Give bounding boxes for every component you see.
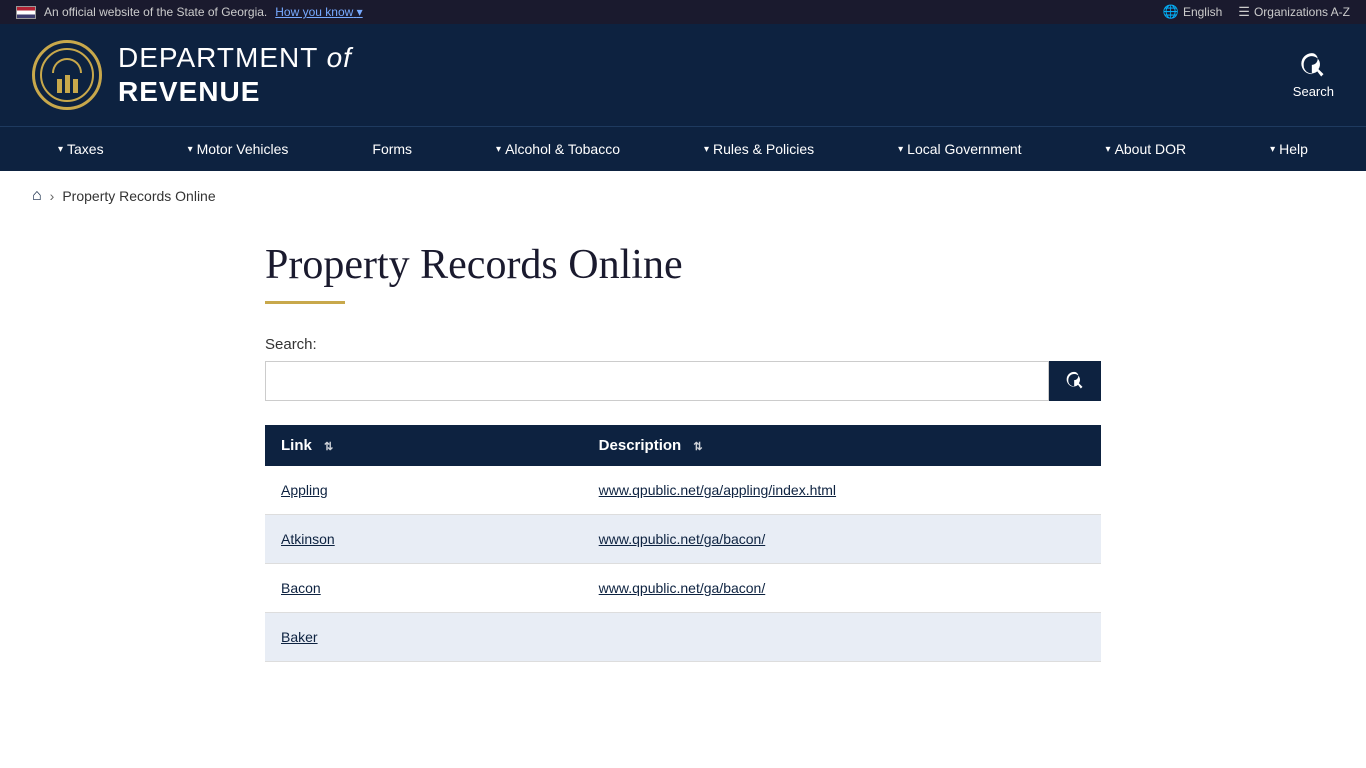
official-text: An official website of the State of Geor… bbox=[44, 5, 267, 19]
search-label: Search bbox=[1293, 84, 1334, 99]
header-search-button[interactable]: Search bbox=[1293, 52, 1334, 99]
logo-col bbox=[65, 75, 70, 93]
list-icon bbox=[1238, 4, 1250, 20]
search-icon bbox=[1299, 52, 1327, 80]
table-header: Link ⇅ Description ⇅ bbox=[265, 425, 1101, 466]
search-input[interactable] bbox=[265, 361, 1049, 401]
department-name: DEPARTMENT of REVENUE bbox=[118, 41, 352, 108]
table-cell-description bbox=[583, 613, 1101, 662]
logo-col bbox=[73, 79, 78, 93]
logo-columns bbox=[57, 75, 78, 93]
nav-item-help[interactable]: ▾ Help bbox=[1262, 127, 1316, 171]
site-header: DEPARTMENT of REVENUE Search bbox=[0, 24, 1366, 126]
table-row: Baker bbox=[265, 613, 1101, 662]
search-submit-icon bbox=[1065, 371, 1085, 391]
record-link[interactable]: Appling bbox=[281, 482, 328, 498]
table-cell-link: Baker bbox=[265, 613, 583, 662]
nav-link-alcohol-tobacco[interactable]: ▾ Alcohol & Tobacco bbox=[488, 127, 628, 171]
table-cell-description: www.qpublic.net/ga/bacon/ bbox=[583, 515, 1101, 564]
chevron-icon: ▾ bbox=[188, 144, 193, 155]
header-logo: DEPARTMENT of REVENUE bbox=[32, 40, 352, 110]
home-icon: ⌂ bbox=[32, 187, 42, 204]
chevron-icon: ▾ bbox=[1106, 144, 1111, 155]
top-bar-left: An official website of the State of Geor… bbox=[16, 5, 363, 19]
table-cell-link: Atkinson bbox=[265, 515, 583, 564]
record-description-link[interactable]: www.qpublic.net/ga/bacon/ bbox=[599, 580, 766, 596]
nav-link-about-dor[interactable]: ▾ About DOR bbox=[1098, 127, 1195, 171]
col-link[interactable]: Link ⇅ bbox=[265, 425, 583, 466]
breadcrumb-current: Property Records Online bbox=[62, 188, 215, 204]
nav-link-local-government[interactable]: ▾ Local Government bbox=[890, 127, 1029, 171]
title-underline bbox=[265, 301, 345, 304]
organizations-az-link[interactable]: Organizations A-Z bbox=[1238, 4, 1350, 20]
chevron-icon: ▾ bbox=[1270, 144, 1275, 155]
chevron-icon: ▾ bbox=[496, 144, 501, 155]
table-cell-link: Appling bbox=[265, 466, 583, 515]
search-label: Search: bbox=[265, 336, 1101, 353]
top-bar-right: English Organizations A-Z bbox=[1163, 4, 1350, 20]
chevron-icon: ▾ bbox=[704, 144, 709, 155]
how-you-know-link[interactable]: How you know ▾ bbox=[275, 5, 362, 19]
logo-arch bbox=[52, 58, 82, 73]
table-cell-link: Bacon bbox=[265, 564, 583, 613]
nav-link-rules-policies[interactable]: ▾ Rules & Policies bbox=[696, 127, 822, 171]
nav-item-motor-vehicles[interactable]: ▾ Motor Vehicles bbox=[180, 127, 297, 171]
top-bar: An official website of the State of Geor… bbox=[0, 0, 1366, 24]
logo-col bbox=[57, 79, 62, 93]
records-table: Link ⇅ Description ⇅ Appling www.qpublic.… bbox=[265, 425, 1101, 662]
language-selector[interactable]: English bbox=[1163, 4, 1223, 20]
main-nav: ▾ Taxes ▾ Motor Vehicles Forms ▾ Alcohol… bbox=[0, 126, 1366, 171]
record-link[interactable]: Atkinson bbox=[281, 531, 335, 547]
main-content: Property Records Online Search: Link ⇅ D… bbox=[233, 221, 1133, 702]
nav-item-forms[interactable]: Forms bbox=[364, 127, 420, 171]
table-cell-description: www.qpublic.net/ga/bacon/ bbox=[583, 564, 1101, 613]
sort-icon-description: ⇅ bbox=[693, 441, 702, 453]
breadcrumb: ⌂ › Property Records Online bbox=[0, 171, 1366, 221]
dept-line2: REVENUE bbox=[118, 75, 352, 109]
globe-icon bbox=[1163, 4, 1179, 20]
nav-link-motor-vehicles[interactable]: ▾ Motor Vehicles bbox=[180, 127, 297, 171]
nav-item-rules-policies[interactable]: ▾ Rules & Policies bbox=[696, 127, 822, 171]
record-link[interactable]: Bacon bbox=[281, 580, 321, 596]
chevron-icon: ▾ bbox=[898, 144, 903, 155]
breadcrumb-separator: › bbox=[50, 188, 55, 204]
page-title: Property Records Online bbox=[265, 241, 1101, 289]
table-row: Atkinson www.qpublic.net/ga/bacon/ bbox=[265, 515, 1101, 564]
nav-item-local-government[interactable]: ▾ Local Government bbox=[890, 127, 1029, 171]
sort-icon-link: ⇅ bbox=[324, 441, 333, 453]
logo-emblem bbox=[32, 40, 102, 110]
nav-link-help[interactable]: ▾ Help bbox=[1262, 127, 1316, 171]
logo-inner bbox=[40, 48, 94, 102]
search-submit-button[interactable] bbox=[1049, 361, 1101, 401]
record-description-link[interactable]: www.qpublic.net/ga/appling/index.html bbox=[599, 482, 836, 498]
record-description-link[interactable]: www.qpublic.net/ga/bacon/ bbox=[599, 531, 766, 547]
dept-line1: DEPARTMENT of bbox=[118, 41, 352, 75]
search-row bbox=[265, 361, 1101, 401]
chevron-icon: ▾ bbox=[58, 144, 63, 155]
table-cell-description: www.qpublic.net/ga/appling/index.html bbox=[583, 466, 1101, 515]
col-description[interactable]: Description ⇅ bbox=[583, 425, 1101, 466]
georgia-flag-icon bbox=[16, 6, 36, 19]
table-body: Appling www.qpublic.net/ga/appling/index.… bbox=[265, 466, 1101, 662]
nav-list: ▾ Taxes ▾ Motor Vehicles Forms ▾ Alcohol… bbox=[0, 127, 1366, 171]
nav-link-taxes[interactable]: ▾ Taxes bbox=[50, 127, 112, 171]
table-row: Appling www.qpublic.net/ga/appling/index.… bbox=[265, 466, 1101, 515]
record-link[interactable]: Baker bbox=[281, 629, 318, 645]
table-header-row: Link ⇅ Description ⇅ bbox=[265, 425, 1101, 466]
home-link[interactable]: ⌂ bbox=[32, 187, 42, 205]
nav-item-taxes[interactable]: ▾ Taxes bbox=[50, 127, 112, 171]
table-row: Bacon www.qpublic.net/ga/bacon/ bbox=[265, 564, 1101, 613]
nav-item-about-dor[interactable]: ▾ About DOR bbox=[1098, 127, 1195, 171]
nav-link-forms[interactable]: Forms bbox=[364, 127, 420, 171]
nav-item-alcohol-tobacco[interactable]: ▾ Alcohol & Tobacco bbox=[488, 127, 628, 171]
